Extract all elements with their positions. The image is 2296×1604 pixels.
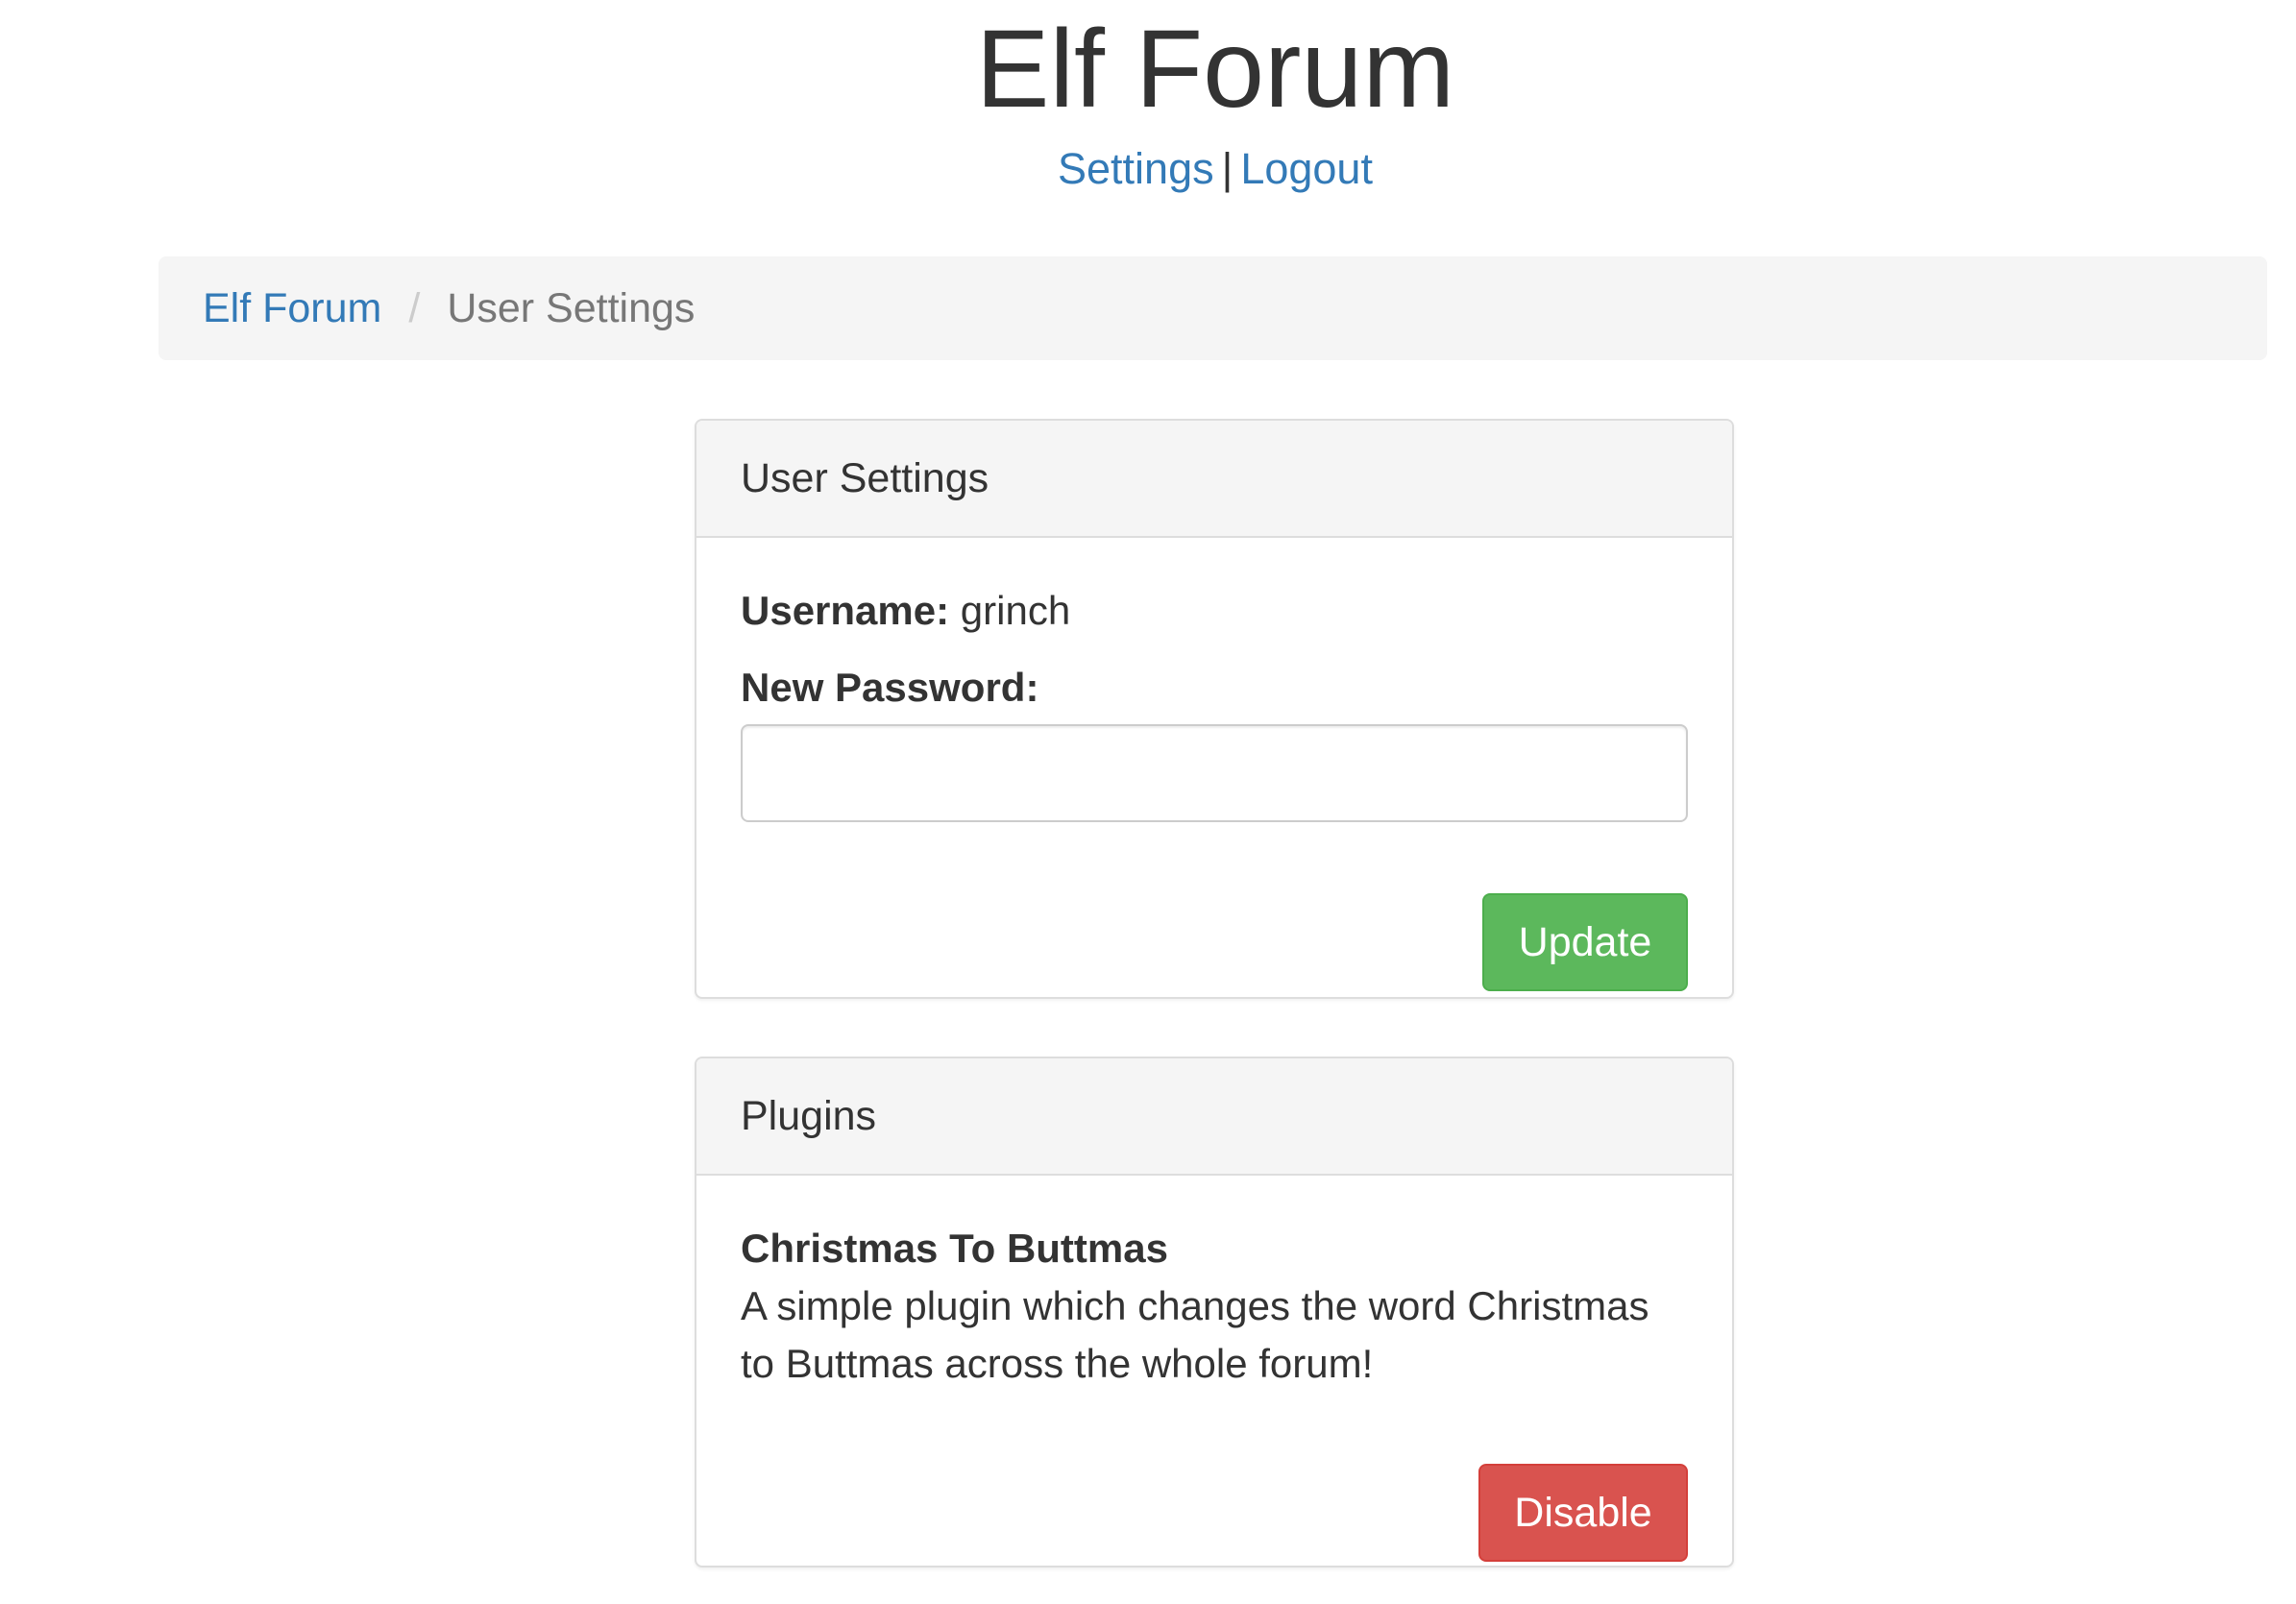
plugin-name: Christmas To Buttmas [741,1226,1168,1271]
top-nav: Settings | Logout [0,139,2296,199]
settings-link[interactable]: Settings [1058,144,1214,193]
nav-separator: | [1221,144,1233,193]
site-title: Elf Forum [975,8,1455,131]
plugin-description: A simple plugin which changes the word C… [741,1283,1649,1386]
breadcrumb-current: User Settings [447,284,696,331]
logout-link[interactable]: Logout [1240,144,1373,193]
plugin-item: Christmas To Buttmas A simple plugin whi… [696,1220,1732,1566]
user-settings-heading: User Settings [696,421,1732,538]
new-password-input[interactable] [741,724,1688,822]
update-button[interactable]: Update [1482,893,1688,991]
breadcrumb: Elf Forum / User Settings [159,256,2267,360]
disable-plugin-button[interactable]: Disable [1478,1464,1688,1562]
username-row: Username: grinch [741,582,1688,640]
user-settings-panel: User Settings Username: grinch New Passw… [695,419,1734,999]
new-password-label: New Password: [741,665,1039,710]
plugins-panel: Plugins Christmas To Buttmas A simple pl… [695,1057,1734,1568]
breadcrumb-home-link[interactable]: Elf Forum [203,285,381,332]
username-label: Username: [741,588,950,633]
plugins-heading: Plugins [696,1058,1732,1176]
breadcrumb-divider: / [408,284,421,331]
username-value: grinch [960,588,1071,633]
user-settings-body: Username: grinch New Password: Update [696,582,1732,997]
page: Elf Forum Settings | Logout Elf Forum / Us… [0,0,2296,1604]
